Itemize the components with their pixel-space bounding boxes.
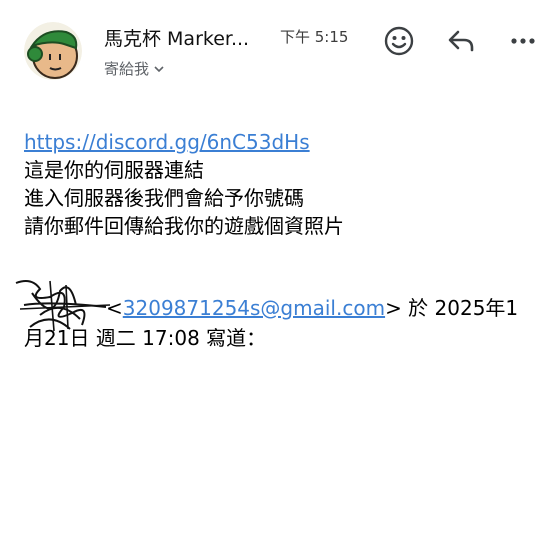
sender-avatar[interactable] bbox=[24, 22, 82, 80]
reply-button[interactable] bbox=[438, 22, 484, 60]
quoted-email-link[interactable]: 3209871254s@gmail.com bbox=[123, 296, 385, 320]
quoted-header: <3209871254s@gmail.com> 於 2025年1 月21日 週二… bbox=[15, 280, 544, 353]
received-time: 下午 5:15 bbox=[280, 28, 349, 46]
message-actions bbox=[376, 22, 546, 60]
message-line-1: 這是你的伺服器連結 bbox=[24, 158, 204, 182]
chevron-down-icon bbox=[154, 65, 164, 72]
more-icon bbox=[511, 38, 535, 44]
recipient-line[interactable]: 寄給我 bbox=[104, 58, 165, 79]
email-header: 馬克杯 Marker... 下午 5:15 寄給我 bbox=[0, 0, 560, 90]
emoji-reaction-button[interactable] bbox=[376, 22, 422, 60]
message-line-3: 請你郵件回傳給我你的遊戲個資照片 bbox=[24, 214, 344, 238]
quote-date-part-1: > 於 2025年1 bbox=[385, 296, 519, 320]
redacted-name bbox=[15, 280, 111, 332]
sender-name[interactable]: 馬克杯 Marker... bbox=[104, 24, 249, 51]
reply-icon bbox=[448, 30, 474, 52]
message-body: https://discord.gg/6nC53dHs 這是你的伺服器連結 進入… bbox=[24, 128, 544, 240]
sender-line: 馬克杯 Marker... bbox=[104, 24, 249, 51]
emoji-icon bbox=[384, 26, 414, 56]
message-line-2: 進入伺服器後我們會給予你號碼 bbox=[24, 186, 304, 210]
scribble-redaction bbox=[15, 280, 111, 332]
recipient-label: 寄給我 bbox=[104, 60, 150, 78]
more-options-button[interactable] bbox=[500, 22, 546, 60]
discord-link[interactable]: https://discord.gg/6nC53dHs bbox=[24, 130, 310, 154]
